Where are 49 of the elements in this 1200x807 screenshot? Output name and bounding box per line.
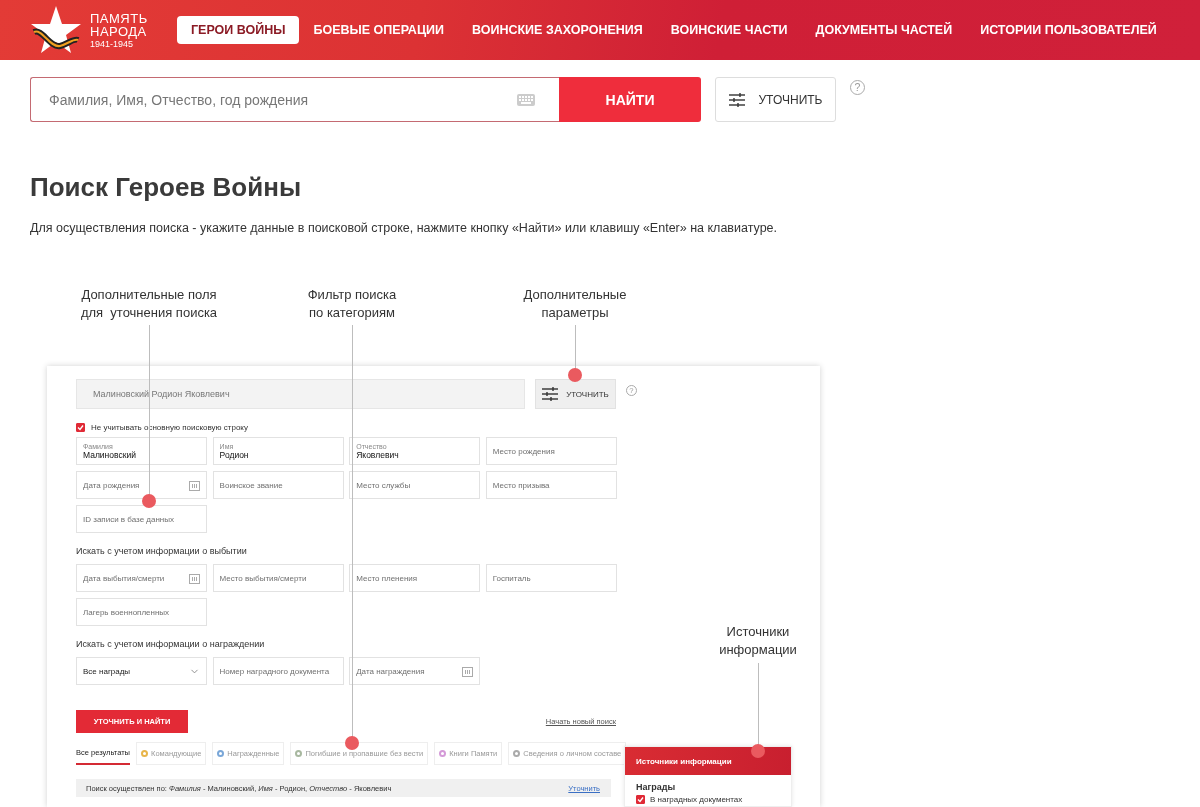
select-field[interactable]: Все награды [76,657,207,685]
calendar-icon [189,572,200,584]
input-field[interactable]: Воинское звание [212,471,344,499]
checkbox[interactable] [76,422,85,432]
section-heading: Искать с учетом информации о награждении [76,639,266,651]
nav-tab[interactable]: ВОИНСКИЕ ЧАСТИ [656,16,802,44]
refine-button[interactable]: УТОЧНИТЬ [535,379,616,409]
nav-tab[interactable]: ИСТОРИИ ПОЛЬЗОВАТЕЛЕЙ [966,16,1171,44]
page-title: Поиск Героев Войны [30,172,303,203]
nav-tab[interactable]: БОЕВЫЕ ОПЕРАЦИИ [299,16,458,44]
keyboard-icon [517,93,535,106]
input-field[interactable]: Дата награждения [349,657,481,685]
nav-tab[interactable]: ВОИНСКИЕ ЗАХОРОНЕНИЯ [458,16,657,44]
nav-tab[interactable]: ГЕРОИ ВОЙНЫ [177,16,300,44]
input-field[interactable]: ID записи в базе данных [76,505,207,533]
callout-label: Дополнительные параметры [523,286,627,322]
sliders-icon [728,92,745,107]
input-field[interactable]: Место призыва [485,471,617,499]
input-field[interactable]: Дата рождения [76,471,207,499]
logo-text: НАРОДА [90,24,148,38]
input-field[interactable]: Место пленения [349,564,481,592]
star-ribbon-logo-icon [30,4,82,56]
input-field[interactable]: Место службы [349,471,481,499]
callout-label: Дополнительные поля для уточнения поиска [80,286,218,322]
description: Для осуществления поиска - укажите данные в поисковой строке, нажмите кнопку «Найти» или клавишу «Enter» на клавиатуре. [30,221,778,235]
checkbox[interactable] [636,795,645,804]
refine-button[interactable]: УТОЧНИТЬ [715,77,836,122]
sliders-icon [542,387,559,401]
input-field[interactable]: Госпиталь [485,564,617,592]
checkbox-label: Не учитывать основную поисковую строку [91,422,248,432]
search-field[interactable]: Фамилия, Имя, Отчество, год рождения [30,77,559,122]
callout-label: Источники информации [719,623,797,659]
input-field[interactable]: Место рождения [485,437,617,465]
calendar-icon [189,479,200,491]
group-title: Награды [636,782,677,792]
section-heading: Искать с учетом информации о выбытии [76,546,248,558]
callout-label: Фильтр поиска по категориям [307,286,397,322]
panel-title: Источники информации [625,747,791,775]
input-field[interactable]: Лагерь военнопленных [76,598,207,626]
calendar-icon [462,665,474,677]
find-button[interactable]: НАЙТИ [559,77,701,122]
query-field[interactable]: Малиновский Родион Яковлевич [76,379,525,409]
input-field[interactable]: Номер наградного документа [212,657,344,685]
logo-text: ПАМЯТЬ [90,11,148,25]
logo-years: 1941-1945 [90,39,134,49]
nav-tab[interactable]: ДОКУМЕНТЫ ЧАСТЕЙ [801,16,967,44]
input-field[interactable]: Дата выбытия/смерти [76,564,207,592]
input-field[interactable]: Место выбытия/смерти [212,564,344,592]
checkbox-label: В наградных документах [650,795,743,804]
